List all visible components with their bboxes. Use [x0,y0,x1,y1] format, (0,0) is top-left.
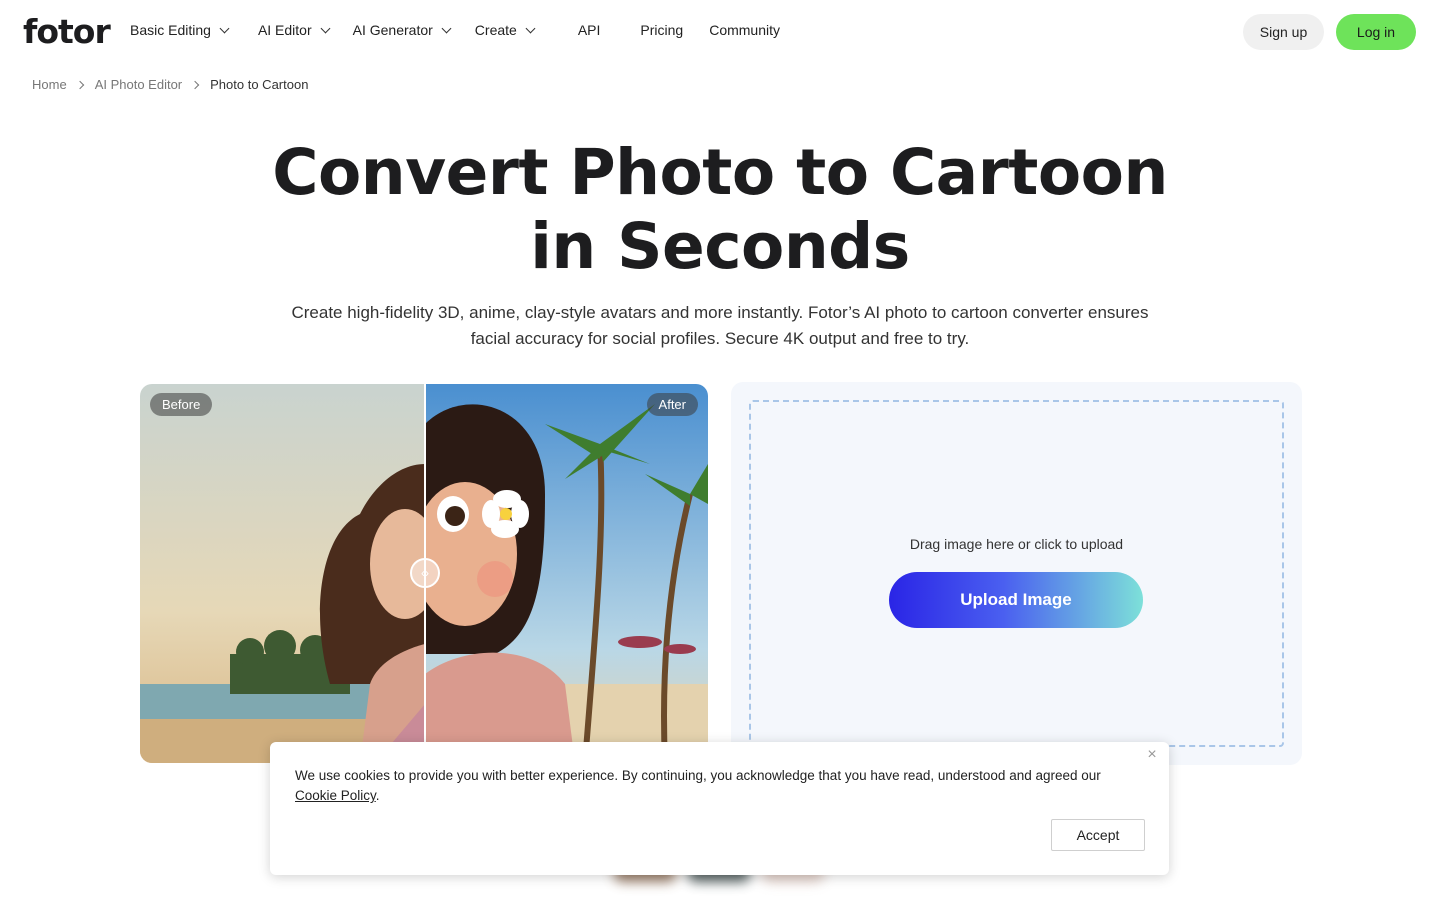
login-button[interactable]: Log in [1336,14,1416,50]
chevron-right-icon [190,80,200,89]
top-nav: fotor Basic Editing AI Editor AI Generat… [0,0,1440,64]
before-label: Before [150,393,213,416]
cookie-text-end: . [375,788,380,803]
after-label: After [646,393,698,416]
nav-label: Basic Editing [130,22,211,38]
nav-create[interactable]: Create [474,22,536,38]
nav-label: AI Editor [257,22,312,38]
nav-label: API [577,22,601,38]
cookie-message: We use cookies to provide you with bette… [295,766,1125,806]
nav-community[interactable]: Community [709,22,780,38]
main-menu: Basic Editing AI Editor AI Generator Cre… [130,22,780,38]
close-icon[interactable]: × [1145,747,1159,763]
nav-pricing[interactable]: Pricing [640,22,683,38]
compare-slider-handle[interactable]: ‹› [410,558,440,588]
nav-ai-generator[interactable]: AI Generator [352,22,452,38]
after-cartoon [425,384,708,763]
cookie-text: We use cookies to provide you with bette… [295,768,1101,783]
nav-api[interactable]: API [578,22,601,38]
cookie-policy-link[interactable]: Cookie Policy [295,788,376,803]
breadcrumb-current: Photo to Cartoon [210,77,309,92]
arrows-horizontal-icon: ‹› [421,566,429,580]
before-after-comparison[interactable]: ‹› Before After [140,384,708,763]
breadcrumb-home[interactable]: Home [32,77,67,92]
nav-label: Pricing [640,22,684,38]
nav-basic-editing[interactable]: Basic Editing [130,22,230,38]
nav-label: Community [709,22,780,38]
upload-image-button[interactable]: Upload Image [889,572,1143,628]
fotor-logo[interactable]: fotor [23,12,111,51]
nav-label: AI Generator [352,22,433,38]
chevron-down-icon [525,23,536,33]
page-title: Convert Photo to Cartoon in Seconds [272,136,1168,283]
chevron-down-icon [441,23,452,33]
nav-label: Create [474,22,517,38]
before-photo [140,384,425,763]
chevron-down-icon [219,23,230,33]
upload-prompt: Drag image here or click to upload [909,536,1124,552]
signup-button[interactable]: Sign up [1243,14,1324,50]
accept-cookies-button[interactable]: Accept [1051,819,1145,851]
chevron-right-icon [75,80,84,89]
breadcrumb-ai-photo-editor[interactable]: AI Photo Editor [95,77,182,92]
nav-ai-editor[interactable]: AI Editor [257,22,331,38]
page-subtitle: Create high-fidelity 3D, anime, clay-sty… [291,303,1149,348]
cookie-banner: We use cookies to provide you with bette… [270,742,1169,875]
chevron-down-icon [320,23,331,33]
breadcrumb: Home AI Photo Editor Photo to Cartoon [32,77,308,92]
